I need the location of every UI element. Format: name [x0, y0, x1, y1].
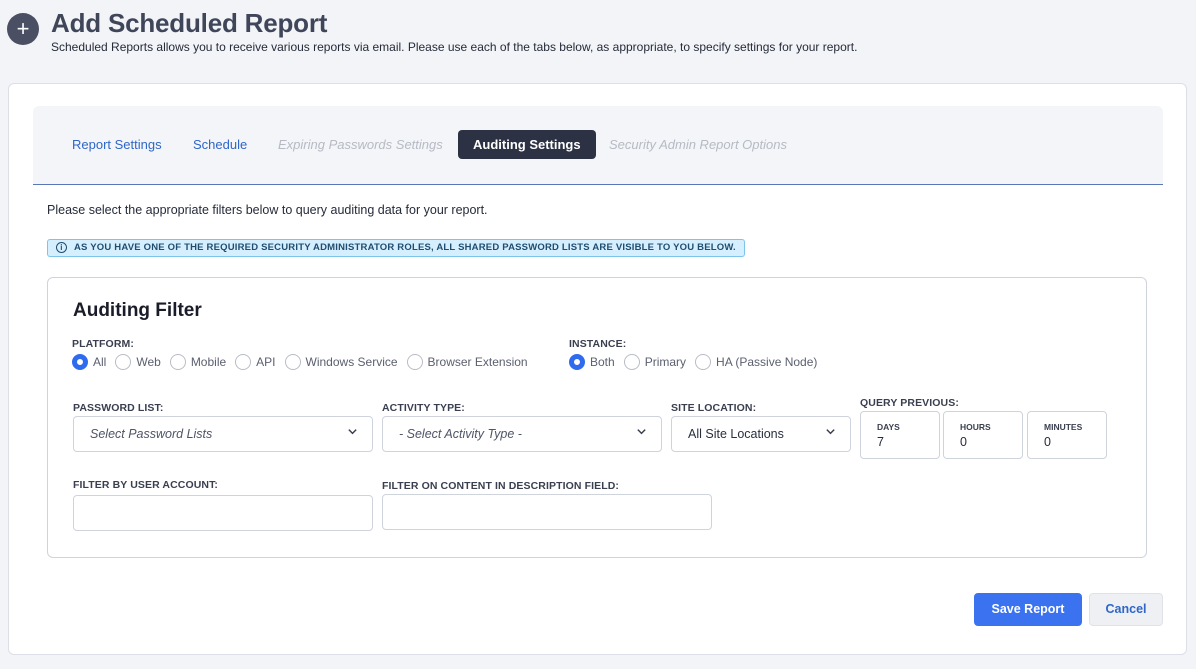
radio-unchecked-icon — [406, 354, 423, 370]
tab-report-settings[interactable]: Report Settings — [57, 130, 177, 159]
platform-radio-browser-extension[interactable]: Browser Extension — [406, 354, 528, 370]
page-subtitle: Scheduled Reports allows you to receive … — [51, 40, 858, 54]
alert-text: AS YOU HAVE ONE OF THE REQUIRED SECURITY… — [74, 242, 736, 253]
site-location-label: SITE LOCATION: — [671, 402, 757, 414]
intro-text: Please select the appropriate filters be… — [47, 203, 488, 217]
radio-unchecked-icon — [169, 354, 186, 370]
site-location-select[interactable]: All Site Locations — [671, 416, 851, 452]
minutes-field[interactable]: MINUTES 0 — [1027, 411, 1107, 459]
radio-unchecked-icon — [284, 354, 301, 370]
radio-checked-icon — [72, 354, 88, 370]
radio-unchecked-icon — [115, 354, 132, 370]
radio-unchecked-icon — [623, 354, 640, 370]
platform-radio-api[interactable]: API — [235, 354, 276, 370]
chevron-down-icon — [347, 417, 358, 451]
auditing-filter-panel: Auditing Filter PLATFORM: All Web Mobile… — [47, 277, 1147, 558]
platform-radio-mobile[interactable]: Mobile — [169, 354, 226, 370]
platform-radio-group: All Web Mobile API Windows Service Brows… — [72, 354, 537, 370]
password-list-label: PASSWORD LIST: — [73, 402, 164, 414]
activity-type-label: ACTIVITY TYPE: — [382, 402, 465, 414]
tab-security-admin-report-options: Security Admin Report Options — [609, 137, 787, 152]
query-previous-label: QUERY PREVIOUS: — [860, 397, 959, 409]
page-title: Add Scheduled Report — [51, 8, 328, 38]
platform-radio-web[interactable]: Web — [115, 354, 161, 370]
chevron-down-icon — [825, 417, 836, 451]
description-filter-label: FILTER ON CONTENT IN DESCRIPTION FIELD: — [382, 480, 620, 492]
tab-expiring-passwords-settings: Expiring Passwords Settings — [278, 137, 443, 152]
user-account-input[interactable] — [73, 495, 373, 531]
info-alert: i AS YOU HAVE ONE OF THE REQUIRED SECURI… — [47, 239, 745, 257]
radio-unchecked-icon — [695, 354, 712, 370]
radio-unchecked-icon — [235, 354, 252, 370]
page-header: + Add Scheduled Report Scheduled Reports… — [0, 0, 1196, 70]
user-account-label: FILTER BY USER ACCOUNT: — [73, 479, 219, 491]
instance-radio-primary[interactable]: Primary — [623, 354, 686, 370]
activity-type-select[interactable]: - Select Activity Type - — [382, 416, 662, 452]
platform-label: PLATFORM: — [72, 338, 134, 350]
cancel-button[interactable]: Cancel — [1089, 593, 1163, 626]
instance-label: INSTANCE: — [569, 338, 627, 350]
plus-circle-icon: + — [7, 13, 39, 45]
chevron-down-icon — [636, 417, 647, 451]
platform-radio-windows-service[interactable]: Windows Service — [284, 354, 398, 370]
days-field[interactable]: DAYS 7 — [860, 411, 940, 459]
instance-radio-ha-passive-node[interactable]: HA (Passive Node) — [695, 354, 817, 370]
tab-bar: Report Settings Schedule Expiring Passwo… — [33, 106, 1163, 185]
radio-checked-icon — [569, 354, 585, 370]
info-circle-icon: i — [56, 242, 67, 253]
instance-radio-group: Both Primary HA (Passive Node) — [569, 354, 826, 370]
password-list-select[interactable]: Select Password Lists — [73, 416, 373, 452]
hours-field[interactable]: HOURS 0 — [943, 411, 1023, 459]
filter-title: Auditing Filter — [73, 300, 202, 321]
tab-auditing-settings[interactable]: Auditing Settings — [458, 130, 596, 159]
instance-radio-both[interactable]: Both — [569, 354, 615, 370]
tab-schedule[interactable]: Schedule — [178, 130, 262, 159]
platform-radio-all[interactable]: All — [72, 354, 106, 370]
description-filter-input[interactable] — [382, 494, 712, 530]
report-card: Report Settings Schedule Expiring Passwo… — [8, 83, 1187, 655]
save-report-button[interactable]: Save Report — [974, 593, 1082, 626]
